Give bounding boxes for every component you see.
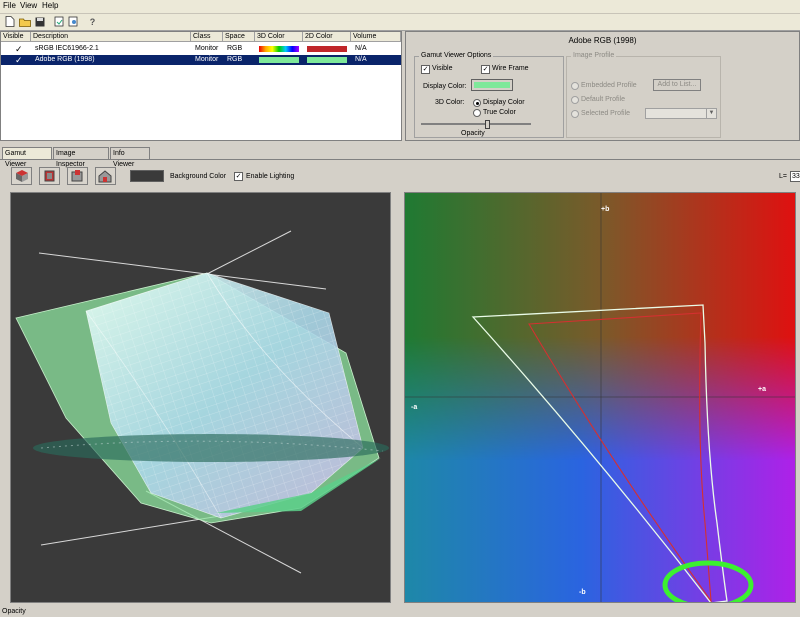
background-color-label: Background Color [170, 173, 227, 180]
embedded-profile-radio[interactable] [571, 82, 579, 90]
3d-gamut-render [15, 230, 389, 574]
display-color-radio-label: Display Color [483, 99, 525, 106]
tab-image-inspector[interactable]: Image Inspector [53, 147, 109, 168]
row-3d-color-swatch[interactable] [259, 57, 299, 63]
col-class[interactable]: Class [191, 32, 223, 42]
row-visible-check[interactable]: ✓ [13, 44, 23, 54]
minus-a-label: -a [411, 404, 418, 411]
col-space[interactable]: Space [223, 32, 255, 42]
col-volume[interactable]: Volume [351, 32, 401, 42]
display-color-label: Display Color: [423, 83, 467, 90]
selected-profile-radio[interactable] [571, 110, 579, 118]
visible-label: Visible [432, 65, 453, 72]
minus-b-label: -b [579, 589, 586, 596]
main-toolbar: ? [0, 14, 800, 31]
l-value-label: L= [779, 173, 787, 180]
3d-color-label: 3D Color: [435, 99, 465, 106]
chevron-down-icon: ▼ [706, 109, 716, 118]
view-mode-solid-button[interactable] [11, 167, 32, 185]
row-volume: N/A [355, 56, 367, 63]
row-3d-color-swatch[interactable] [259, 46, 299, 52]
l-value-input[interactable]: 33 [790, 171, 800, 182]
status-bar: Opacity [0, 608, 800, 617]
enable-lighting-label: Enable Lighting [246, 173, 295, 180]
tab-info-viewer[interactable]: Info Viewer [110, 147, 150, 168]
gamut-shadow-ellipse [33, 434, 389, 462]
menu-bar: File View Help [0, 0, 800, 14]
table-row[interactable]: ✓ Adobe RGB (1998) Monitor RGB N/A [1, 55, 401, 65]
selected-profile-dropdown[interactable]: ▼ [645, 108, 717, 119]
view-mode-cube-button[interactable] [39, 167, 60, 185]
menu-view[interactable]: View [20, 1, 37, 10]
plus-a-label: +a [758, 386, 766, 393]
profile-info-panel: Adobe RGB (1998) Gamut Viewer Options ✓ … [405, 31, 800, 141]
row-class: Monitor [195, 56, 219, 63]
tab-divider [0, 159, 800, 160]
status-text: Opacity [2, 608, 26, 615]
row-space: RGB [227, 56, 243, 63]
col-visible[interactable]: Visible [1, 32, 31, 42]
group-title: Gamut Viewer Options [419, 52, 494, 59]
true-color-radio[interactable] [473, 109, 481, 117]
opacity-label: Opacity [461, 130, 485, 137]
ab-plane-view[interactable]: +b -b -a +a [404, 192, 796, 603]
row-visible-check[interactable]: ✓ [13, 55, 23, 65]
row-2d-color-swatch[interactable] [307, 46, 347, 52]
background-color-button[interactable] [130, 170, 164, 182]
axis-line [202, 230, 292, 277]
wireframe-label: Wire Frame [492, 65, 529, 72]
3d-gamut-view[interactable] [10, 192, 391, 603]
menu-file[interactable]: File [3, 1, 16, 10]
table-row[interactable]: ✓ sRGB IEC61966-2.1 Monitor RGB N/A [1, 44, 401, 54]
col-3d-color[interactable]: 3D Color [255, 32, 303, 42]
col-2d-color[interactable]: 2D Color [303, 32, 351, 42]
view-mode-front-button[interactable] [67, 167, 88, 185]
opacity-slider-thumb[interactable] [485, 120, 490, 129]
embedded-profile-label: Embedded Profile [581, 82, 637, 89]
plus-b-label: +b [601, 206, 610, 213]
add-to-list-button[interactable]: Add to List... [653, 79, 701, 91]
view-mode-home-button[interactable] [95, 167, 116, 185]
image-profile-group: Image Profile Embedded Profile Add to Li… [566, 52, 721, 138]
visible-checkbox[interactable]: ✓ [421, 65, 430, 74]
import-icon[interactable] [53, 15, 66, 28]
new-file-icon[interactable] [3, 15, 16, 28]
wireframe-checkbox[interactable]: ✓ [481, 65, 490, 74]
true-color-radio-label: True Color [483, 109, 516, 116]
default-profile-label: Default Profile [581, 96, 625, 103]
row-2d-color-swatch[interactable] [307, 57, 347, 63]
profiles-table: Visible Description Class Space 3D Color… [0, 31, 402, 141]
group-title: Image Profile [571, 52, 617, 59]
selected-profile-label: Selected Profile [581, 110, 631, 117]
export-icon[interactable] [67, 15, 80, 28]
display-color-button[interactable] [471, 79, 513, 91]
col-description[interactable]: Description [31, 32, 191, 42]
display-color-swatch [474, 82, 510, 88]
menu-help[interactable]: Help [42, 1, 58, 10]
row-volume: N/A [355, 45, 367, 52]
open-folder-icon[interactable] [18, 15, 31, 28]
profile-title: Adobe RGB (1998) [568, 36, 637, 45]
row-class: Monitor [195, 45, 219, 52]
gamut-viewer-options-group: Gamut Viewer Options ✓ Visible ✓ Wire Fr… [414, 52, 564, 138]
viewer-tabs: Gamut Viewer Image Inspector Info Viewer [0, 147, 800, 168]
default-profile-radio[interactable] [571, 96, 579, 104]
save-icon[interactable] [33, 15, 46, 28]
enable-lighting-checkbox[interactable]: ✓ [234, 172, 243, 181]
display-color-radio[interactable] [473, 99, 481, 107]
ab-plane-plot [405, 193, 795, 602]
help-icon[interactable]: ? [86, 15, 99, 28]
row-space: RGB [227, 45, 243, 52]
row-description: Adobe RGB (1998) [35, 56, 95, 63]
opacity-slider-track[interactable] [421, 123, 531, 125]
ab-background-top [405, 193, 795, 602]
row-description: sRGB IEC61966-2.1 [35, 45, 99, 52]
